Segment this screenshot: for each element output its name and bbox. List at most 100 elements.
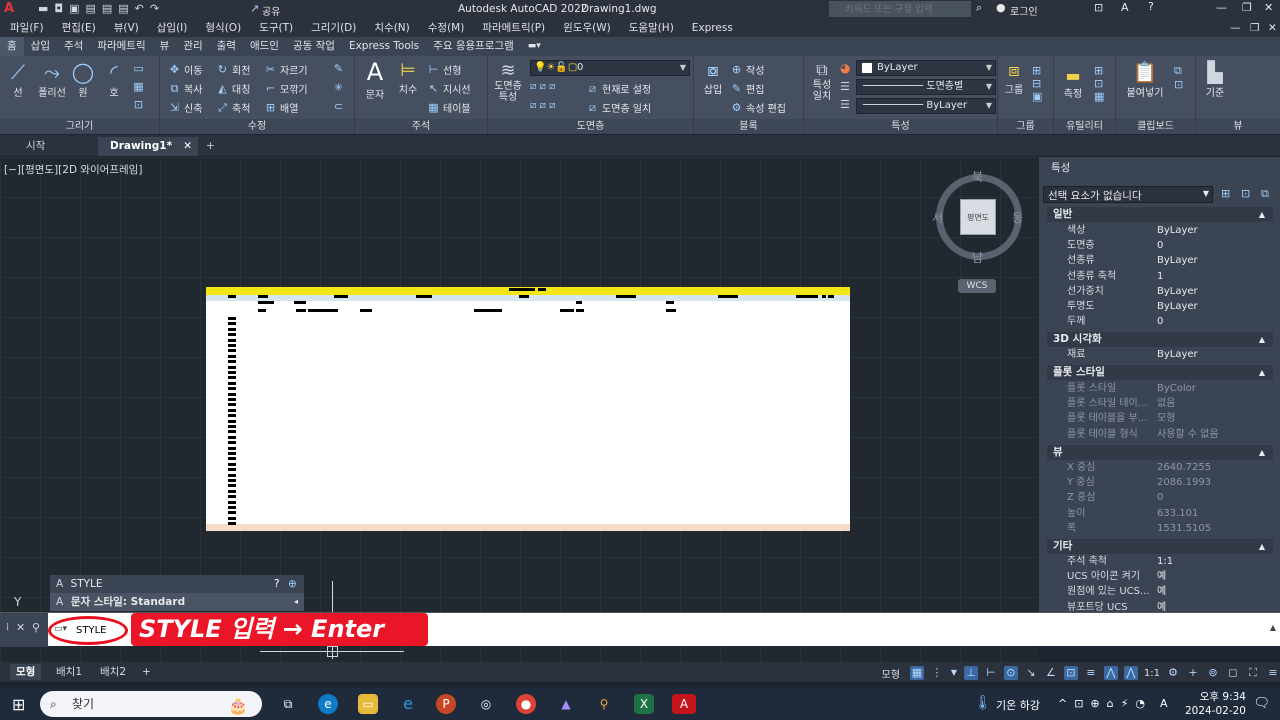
gear-icon[interactable]: ⚙ (1166, 666, 1180, 680)
powerpoint-icon[interactable]: P (436, 694, 456, 714)
menu-insert[interactable]: 삽입(I) (147, 20, 196, 35)
menu-view[interactable]: 뷰(V) (104, 20, 147, 35)
menu-modify[interactable]: 수정(M) (418, 20, 473, 35)
layer-tools-row1[interactable]: ⧄ ⧄ ⧄ (530, 81, 555, 92)
layer-dropdown[interactable]: 💡☀🔓▢ 0 ▼ (530, 60, 690, 76)
panel-clipboard-title[interactable]: 클립보드 (1116, 119, 1195, 134)
array-button[interactable]: ⊞ 배열 (264, 100, 299, 115)
text-button[interactable]: A 문자 (359, 58, 391, 101)
dynamic-input-icon[interactable]: ⊢ (984, 666, 998, 680)
close-icon[interactable]: ✕ (1264, 1, 1273, 14)
fullscreen-icon[interactable]: ⛶ (1246, 666, 1260, 680)
property-row[interactable]: 높이 633.101 (1063, 506, 1273, 521)
property-row[interactable]: Z 중심 0 (1063, 490, 1273, 505)
grip-icon[interactable]: ⁞ (6, 622, 9, 633)
search-app-icon[interactable]: ⚲ (594, 694, 614, 714)
section-misc[interactable]: 기타 ▲ (1047, 539, 1273, 554)
chevron-down-icon[interactable]: ▼ (950, 666, 958, 680)
isolate-icon[interactable]: ◻ (1226, 666, 1240, 680)
panel-groups-title[interactable]: 그룹 (998, 119, 1053, 134)
polyline-button[interactable]: ⤳ 폴리선 (34, 60, 70, 99)
annotation-visibility-icon[interactable]: ⋀ (1103, 666, 1118, 680)
tab-annotate[interactable]: 주석 (57, 37, 90, 56)
layer-tools-row2[interactable]: ⧄ ⧄ ⧄ (530, 100, 555, 111)
ortho-icon[interactable]: ⊙ (1003, 666, 1018, 680)
stretch-button[interactable]: ⇲ 신축 (168, 100, 203, 115)
property-row[interactable]: X 중심 2640.7255 (1063, 460, 1273, 475)
property-row[interactable]: 플롯 테이블 형식 사용할 수 없음 (1063, 427, 1273, 442)
model-space-button[interactable]: 모형 (878, 666, 904, 681)
toggle-pickadd-icon[interactable]: ⊞ (1221, 187, 1230, 200)
property-row[interactable]: 두께 0 (1063, 314, 1273, 329)
quick-select-icon[interactable]: ⧉ (1261, 187, 1269, 201)
offset-button[interactable]: ⊂ (332, 100, 345, 113)
edit-attribute-button[interactable]: ⚙ 속성 편집 (730, 100, 786, 115)
close-command-icon[interactable]: ✕ (16, 621, 25, 634)
ime-language[interactable]: A (1160, 697, 1168, 710)
quick-access-toolbar[interactable]: ▬◘▣▤▤▤↶↷ (38, 2, 165, 15)
dimension-button[interactable]: ⊨ 치수 (393, 60, 423, 96)
internet-explorer-icon[interactable]: e (398, 694, 418, 714)
minimize-icon[interactable]: — (1216, 1, 1227, 14)
utility-tools-icon[interactable]: ⊞ ⊡ ▦ (1094, 64, 1104, 103)
notification-icon[interactable]: 🗨 (1253, 696, 1270, 711)
property-row[interactable]: 폭 1531.5105 (1063, 521, 1273, 536)
move-button[interactable]: ✥ 이동 (168, 62, 203, 77)
tab-drawing1[interactable]: Drawing1* ✕ (98, 137, 198, 156)
hatch-button[interactable]: ▦ (132, 80, 145, 93)
menu-tools[interactable]: 도구(T) (249, 20, 301, 35)
new-tab-button[interactable]: + (198, 137, 223, 156)
collapse-icon[interactable]: ◂ (294, 593, 298, 611)
tab-start[interactable]: 시작 (0, 137, 98, 156)
object-snap-icon[interactable]: ⊡ (1063, 666, 1078, 680)
tab-model[interactable]: 모형 (10, 664, 42, 680)
paste-button[interactable]: 📋 붙여넣기 (1122, 60, 1168, 99)
menu-dimension[interactable]: 치수(N) (364, 20, 417, 35)
polar-tracking-icon[interactable]: ↘ (1024, 666, 1038, 680)
weather-text[interactable]: 기온 하강 (996, 697, 1040, 713)
property-row[interactable]: Y 중심 2086.1993 (1063, 475, 1273, 490)
tab-collaborate[interactable]: 공동 작업 (286, 37, 342, 56)
grid-icon[interactable]: ▦ (909, 666, 924, 680)
compass-east[interactable]: 동 (1012, 209, 1023, 226)
linetype-dropdown[interactable]: ────────── 도면층별 ▼ (856, 79, 996, 95)
search-icon[interactable]: ⌕ (976, 1, 982, 15)
task-view-icon[interactable]: ⧉ (278, 694, 298, 714)
tab-manage[interactable]: 관리 (176, 37, 209, 56)
lineweight-dropdown[interactable]: ────────── ByLayer ▼ (856, 98, 996, 114)
tray-icons[interactable]: ^⊡⊕⌂⚡◔ (1058, 697, 1152, 710)
copy-button[interactable]: ⧉ 복사 (168, 81, 203, 96)
annotation-autoscale-icon[interactable]: ⋀ (1123, 666, 1138, 680)
login-label[interactable]: 로그인 (1010, 3, 1038, 18)
line-button[interactable]: ⟋ 선 (4, 60, 32, 99)
region-button[interactable]: ⊡ (132, 98, 145, 111)
search-help-icon[interactable]: ⊕ (288, 575, 297, 593)
trim-button[interactable]: ✂ 자르기 (264, 62, 308, 77)
property-row[interactable]: 원점에 있는 UCS... 예 (1063, 584, 1273, 599)
compass-west[interactable]: 서 (932, 209, 943, 226)
property-row[interactable]: 플롯 스타일 ByColor (1063, 381, 1273, 396)
help-icon[interactable]: ? (1148, 0, 1154, 13)
add-layout-button[interactable]: + (136, 664, 157, 680)
restore-icon[interactable]: ❐ (1242, 1, 1252, 14)
property-row[interactable]: 플롯 스타일 테이... 없음 (1063, 396, 1273, 411)
tab-parametric[interactable]: 파라메트릭 (90, 37, 152, 56)
drawing-table-image[interactable] (206, 287, 850, 531)
tab-home[interactable]: 홈 (0, 37, 24, 56)
section-plot-style[interactable]: 플롯 스타일 ▲ (1047, 365, 1273, 380)
properties-title[interactable]: 특성 (1039, 157, 1280, 177)
leader-button[interactable]: ↖ 지시선 (427, 81, 471, 96)
taskbar-search-input[interactable]: ⌕ 찾기 🎂 (40, 691, 262, 717)
property-row[interactable]: 선종류 축척 1 (1063, 269, 1273, 284)
menu-help[interactable]: 도움말(H) (619, 20, 682, 35)
viewport-controls[interactable]: [−][평면도][2D 와이어프레임] (4, 162, 142, 177)
table-button[interactable]: ▦ 테이블 (427, 100, 470, 115)
property-row[interactable]: 재료 ByLayer (1063, 347, 1273, 362)
copy-clip-icon[interactable]: ⧉ ⊡ (1174, 64, 1183, 91)
linetype-icon[interactable]: ☰ (840, 80, 850, 93)
match-layer-button[interactable]: ⧄ 도면층 일치 (586, 100, 651, 115)
property-row[interactable]: 주석 축척 1:1 (1063, 554, 1273, 569)
panel-modify-title[interactable]: 수정 (160, 119, 354, 134)
ribbon-toggle-icon[interactable]: ▬▾ (521, 37, 548, 56)
tab-express-tools[interactable]: Express Tools (342, 37, 426, 56)
